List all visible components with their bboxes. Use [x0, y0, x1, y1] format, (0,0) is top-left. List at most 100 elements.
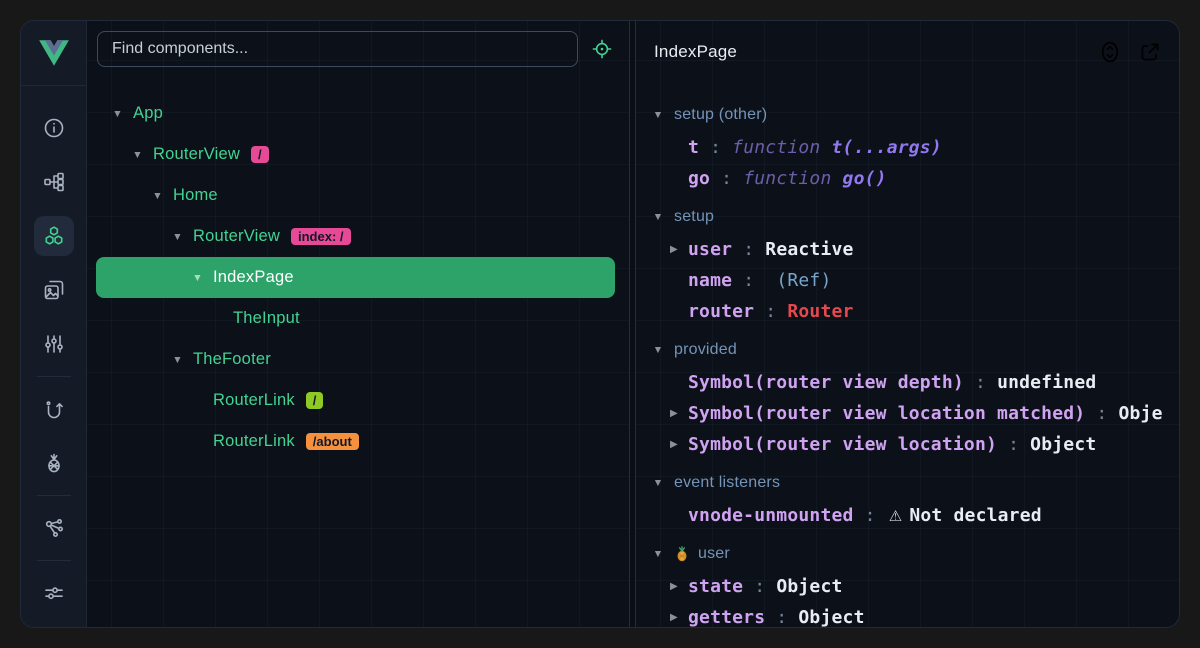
entry-expand-caret-icon[interactable]: ▶ [670, 244, 681, 255]
entry-key: name [688, 270, 732, 291]
route-badge: / [251, 146, 269, 163]
component-tree: ▼ App ▼ RouterView / ▼Home▼RouterViewindex: /… [87, 77, 629, 462]
section-caret-icon[interactable]: ▼ [652, 344, 664, 356]
entry-colon: : [997, 434, 1030, 455]
section-caret-icon[interactable]: ▼ [652, 211, 664, 223]
entry-value: Not declared [909, 505, 1041, 526]
tree-node-routerlink[interactable]: ▼RouterLink/about [96, 421, 615, 462]
sidebar-item-router[interactable] [34, 389, 74, 429]
sidebar-item-components[interactable] [34, 216, 74, 256]
open-in-editor-button[interactable] [1137, 39, 1163, 65]
entry-value-keyword: function [732, 137, 820, 158]
entry-colon: : [1085, 403, 1118, 424]
section-rows: ▶user : Reactive▶name : (Ref)▶router : R… [652, 234, 1179, 327]
icon-sidebar [21, 21, 87, 627]
sidebar-divider [37, 560, 71, 561]
entry-key: getters [688, 607, 765, 627]
section-header[interactable]: ▼event listeners [652, 465, 1179, 500]
tree-node-routerlink[interactable]: ▼RouterLink/ [96, 380, 615, 421]
components-icon [42, 224, 66, 248]
entry-value: Object [776, 576, 842, 597]
sidebar-item-overview[interactable] [34, 108, 74, 148]
section-caret-icon[interactable]: ▼ [652, 548, 664, 560]
sidebar-item-timeline[interactable] [34, 324, 74, 364]
sidebar-item-pinia[interactable] [34, 443, 74, 483]
entry-colon: : [964, 372, 997, 393]
entry-expand-caret-icon[interactable]: ▶ [670, 408, 681, 419]
component-tree-panel: ▼ App ▼ RouterView / ▼Home▼RouterViewindex: /… [87, 21, 629, 627]
section-header[interactable]: ▼setup [652, 199, 1179, 234]
tree-node-home[interactable]: ▼Home [96, 175, 615, 216]
entry-value: Router [787, 301, 853, 322]
tree-node-indexpage[interactable]: ▼ IndexPage [96, 257, 615, 298]
scroll-to-component-button[interactable] [1097, 39, 1123, 65]
tree-node-label: IndexPage [213, 268, 294, 287]
tree-node-app[interactable]: ▼ App [96, 93, 615, 134]
entry-key: user [688, 239, 732, 260]
section-rows: ▶state : Object▶getters : Object [652, 571, 1179, 627]
sidebar-nav [21, 86, 86, 620]
section-user: ▼user▶state : Object▶getters : Object [652, 536, 1179, 627]
tree-node-label: TheInput [233, 309, 300, 328]
vue-logo [21, 21, 86, 86]
tree-node-label: App [133, 104, 163, 123]
tree-node-label: RouterLink [213, 432, 295, 451]
section-title: setup (other) [674, 106, 767, 124]
state-entry: ▶go : function go() [652, 163, 1179, 194]
state-entry[interactable]: ▶Symbol(router view location) : Object [652, 429, 1179, 460]
settings-icon [42, 581, 66, 605]
entry-key: state [688, 576, 743, 597]
tree-node-routerview[interactable]: ▼ RouterView / [96, 134, 615, 175]
inspector-header: IndexPage [636, 21, 1179, 83]
state-entry[interactable]: ▶user : Reactive [652, 234, 1179, 265]
expand-caret-icon[interactable]: ▼ [151, 190, 164, 202]
panel-resize-handle[interactable] [629, 21, 636, 627]
state-entry[interactable]: ▶state : Object [652, 571, 1179, 602]
entry-value: Obje [1118, 403, 1162, 424]
expand-caret-icon[interactable]: ▼ [131, 149, 144, 161]
entry-expand-caret-icon[interactable]: ▶ [670, 439, 681, 450]
tree-node-routerview[interactable]: ▼RouterViewindex: / [96, 216, 615, 257]
inspect-target-icon[interactable] [588, 35, 616, 63]
tree-node-label: TheFooter [193, 350, 271, 369]
inspector-sections: ▼ setup (other) ▶t : function t(...args)▶g… [636, 83, 1179, 627]
entry-key: go [688, 168, 710, 189]
entry-expand-caret-icon[interactable]: ▶ [670, 612, 681, 623]
entry-colon: : [699, 137, 732, 158]
sidebar-item-settings[interactable] [34, 573, 74, 613]
search-input[interactable] [97, 31, 578, 67]
state-entry: ▶Symbol(router view depth) : undefined [652, 367, 1179, 398]
entry-expand-caret-icon[interactable]: ▶ [670, 581, 681, 592]
section-header[interactable]: ▼ setup (other) [652, 97, 1179, 132]
entry-colon: : [710, 168, 743, 189]
entry-value-signature: t(...args) [820, 137, 941, 158]
section-caret-icon[interactable]: ▼ [652, 109, 664, 121]
tree-node-thefooter[interactable]: ▼ TheFooter [96, 339, 615, 380]
section-header[interactable]: ▼ user [652, 536, 1179, 571]
section-header[interactable]: ▼provided [652, 332, 1179, 367]
expand-caret-icon[interactable]: ▼ [171, 354, 184, 366]
expand-caret-icon[interactable]: ▼ [171, 231, 184, 243]
expand-caret-icon[interactable]: ▼ [191, 272, 204, 284]
section-rows: ▶vnode-unmounted : ⚠Not declared [652, 500, 1179, 531]
section-rows: ▶Symbol(router view depth) : undefined▶S… [652, 367, 1179, 460]
sidebar-item-assets[interactable] [34, 270, 74, 310]
state-entry[interactable]: ▶ getters : Object [652, 602, 1179, 627]
sidebar-item-pages[interactable] [34, 162, 74, 202]
expand-caret-icon[interactable]: ▼ [111, 108, 124, 120]
vue-logo-icon [37, 38, 71, 68]
sidebar-item-graph[interactable] [34, 508, 74, 548]
router-icon [42, 397, 66, 421]
sidebar-divider [37, 495, 71, 496]
entry-colon: : [765, 607, 798, 627]
entry-colon: : [732, 239, 765, 260]
entry-value: undefined [997, 372, 1096, 393]
tree-node-theinput[interactable]: ▼TheInput [96, 298, 615, 339]
tree-node-label: RouterView [153, 145, 240, 164]
section-title: user [674, 545, 730, 563]
entry-value: Object [798, 607, 864, 627]
state-entry[interactable]: ▶Symbol(router view location matched) : … [652, 398, 1179, 429]
scroll-to-icon [1097, 39, 1123, 65]
section-rows: ▶t : function t(...args)▶go : function g… [652, 132, 1179, 194]
section-caret-icon[interactable]: ▼ [652, 477, 664, 489]
